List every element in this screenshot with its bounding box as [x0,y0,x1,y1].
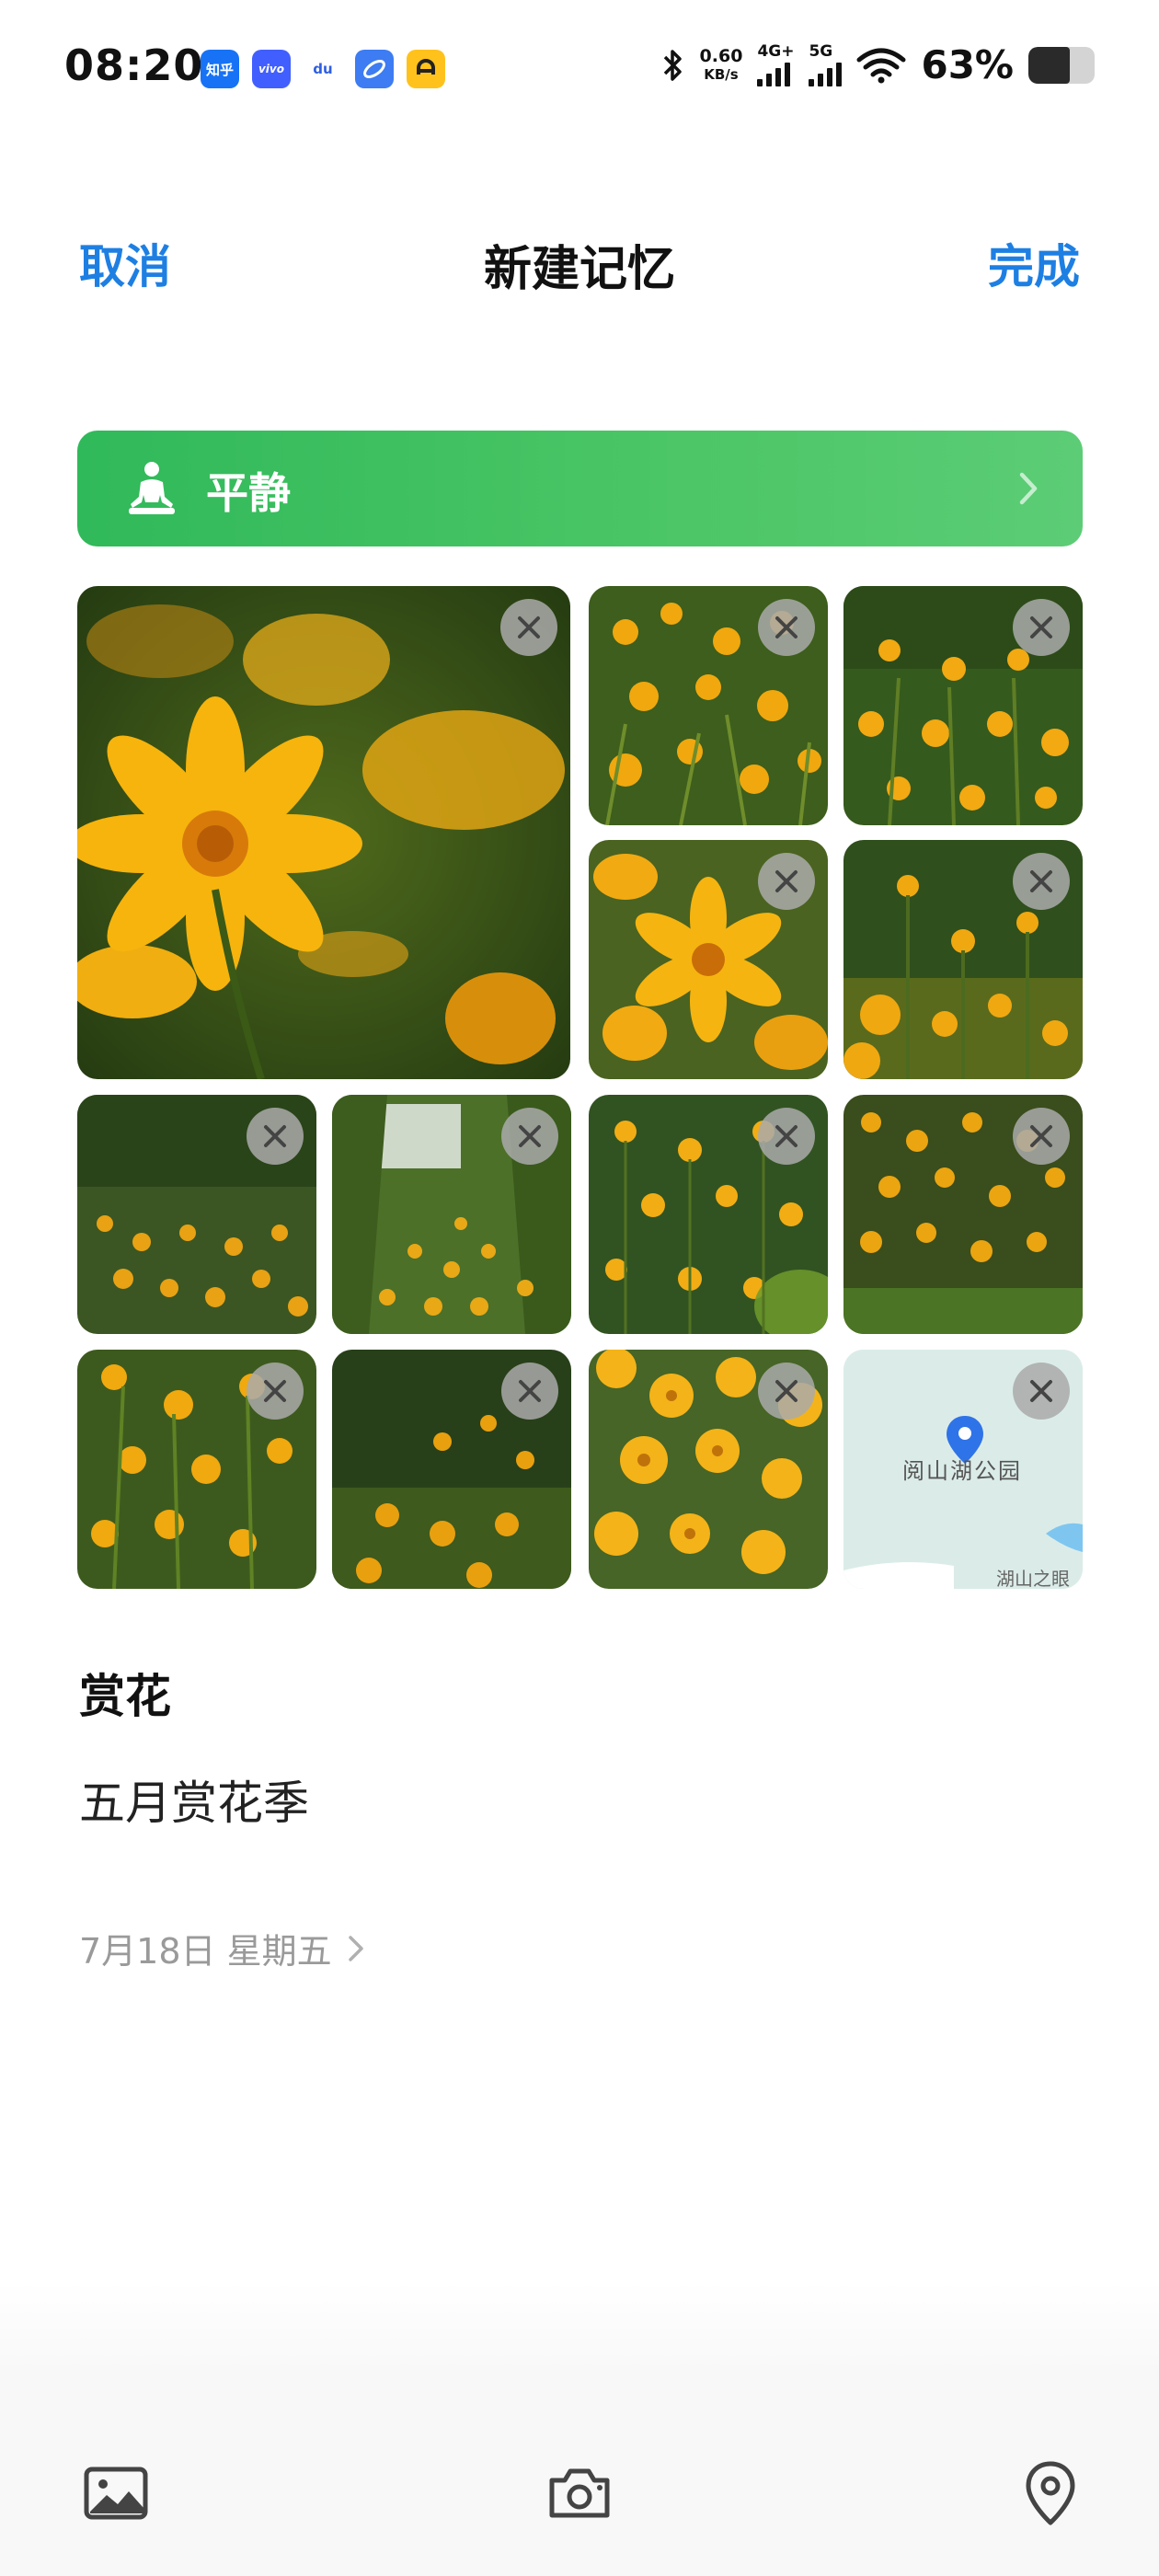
vivo-icon: vivo [252,50,291,88]
photo-8[interactable] [589,1095,828,1334]
baidu-icon: du [304,50,342,88]
close-icon [264,1125,286,1147]
close-icon [264,1380,286,1402]
browser-icon [355,50,394,88]
remove-button[interactable] [247,1108,304,1165]
camera-button[interactable] [543,2456,616,2530]
photo-7[interactable] [332,1095,571,1334]
gallery-icon [84,2467,148,2520]
photo-2[interactable] [589,586,828,825]
photo-9[interactable] [843,1095,1083,1334]
memory-date[interactable]: 7月18日 星期五 [79,1923,369,1973]
photo-10[interactable] [77,1350,316,1589]
signal-4g: 4G+ [757,43,794,86]
close-icon [1030,1125,1052,1147]
media-grid: 阅山湖公园 湖山之眼 [77,586,1083,1592]
photo-1-image [77,586,570,1079]
remove-button[interactable] [1013,1108,1070,1165]
memory-date-label: 7月18日 星期五 [79,1931,332,1972]
chevron-right-icon [348,1935,363,1961]
map-place-label: 阅山湖公园 [902,1458,1022,1484]
close-icon [775,870,798,892]
remove-button[interactable] [1013,599,1070,656]
close-icon [518,616,540,638]
battery-icon [1028,46,1095,84]
close-icon [1030,870,1052,892]
zhihu-icon: 知乎 [201,50,239,88]
photo-12[interactable] [589,1350,828,1589]
memory-description[interactable]: 五月赏花季 [79,1766,309,1833]
remove-button[interactable] [500,599,557,656]
bluetooth-icon [663,49,682,81]
meditation-icon [129,462,175,514]
remove-button[interactable] [501,1363,558,1420]
battery-percent: 63% [921,42,1014,87]
toolbar-fade [0,2282,1159,2374]
notification-icons: 知乎 vivo du [201,50,445,88]
close-icon [519,1125,541,1147]
close-icon [775,616,798,638]
page-title: 新建记忆 [483,242,675,297]
add-location-button[interactable] [1014,2456,1087,2530]
remove-button[interactable] [758,599,815,656]
location-map[interactable]: 阅山湖公园 湖山之眼 [843,1350,1083,1589]
close-icon [775,1125,798,1147]
location-pin-icon [1026,2461,1075,2525]
close-icon [1030,616,1052,638]
map-secondary-label: 湖山之眼 [996,1568,1070,1589]
photo-6[interactable] [77,1095,316,1334]
app-yellow-icon [407,50,445,88]
remove-button[interactable] [1013,853,1070,910]
wifi-icon [856,48,906,83]
chevron-right-icon [1019,472,1038,505]
photo-5[interactable] [843,840,1083,1079]
close-icon [519,1380,541,1402]
add-photo-button[interactable] [79,2456,153,2530]
camera-icon [549,2468,610,2518]
network-speed: 0.60 KB/s [699,45,743,83]
mood-selector[interactable]: 平静 [77,431,1083,546]
remove-button[interactable] [758,853,815,910]
signal-5g: 5G [809,43,843,86]
header: 取消 新建记忆 完成 [0,212,1159,304]
photo-4[interactable] [589,840,828,1079]
done-button[interactable]: 完成 [988,230,1080,296]
status-time: 08:20 [64,40,204,90]
status-bar: 08:20 知乎 vivo du 0.60 KB/s 4G+ 5G 63% [0,0,1159,138]
remove-button[interactable] [758,1108,815,1165]
remove-button[interactable] [501,1108,558,1165]
close-icon [1030,1380,1052,1402]
remove-button[interactable] [758,1363,815,1420]
photo-3[interactable] [843,586,1083,825]
close-icon [775,1380,798,1402]
remove-button[interactable] [247,1363,304,1420]
mood-label: 平静 [206,468,291,518]
bottom-toolbar [0,2374,1159,2576]
remove-button[interactable] [1013,1363,1070,1420]
photo-1[interactable] [77,586,570,1079]
photo-11[interactable] [332,1350,571,1589]
system-status: 0.60 KB/s 4G+ 5G 63% [661,42,1095,87]
memory-title[interactable]: 赏花 [79,1660,171,1726]
